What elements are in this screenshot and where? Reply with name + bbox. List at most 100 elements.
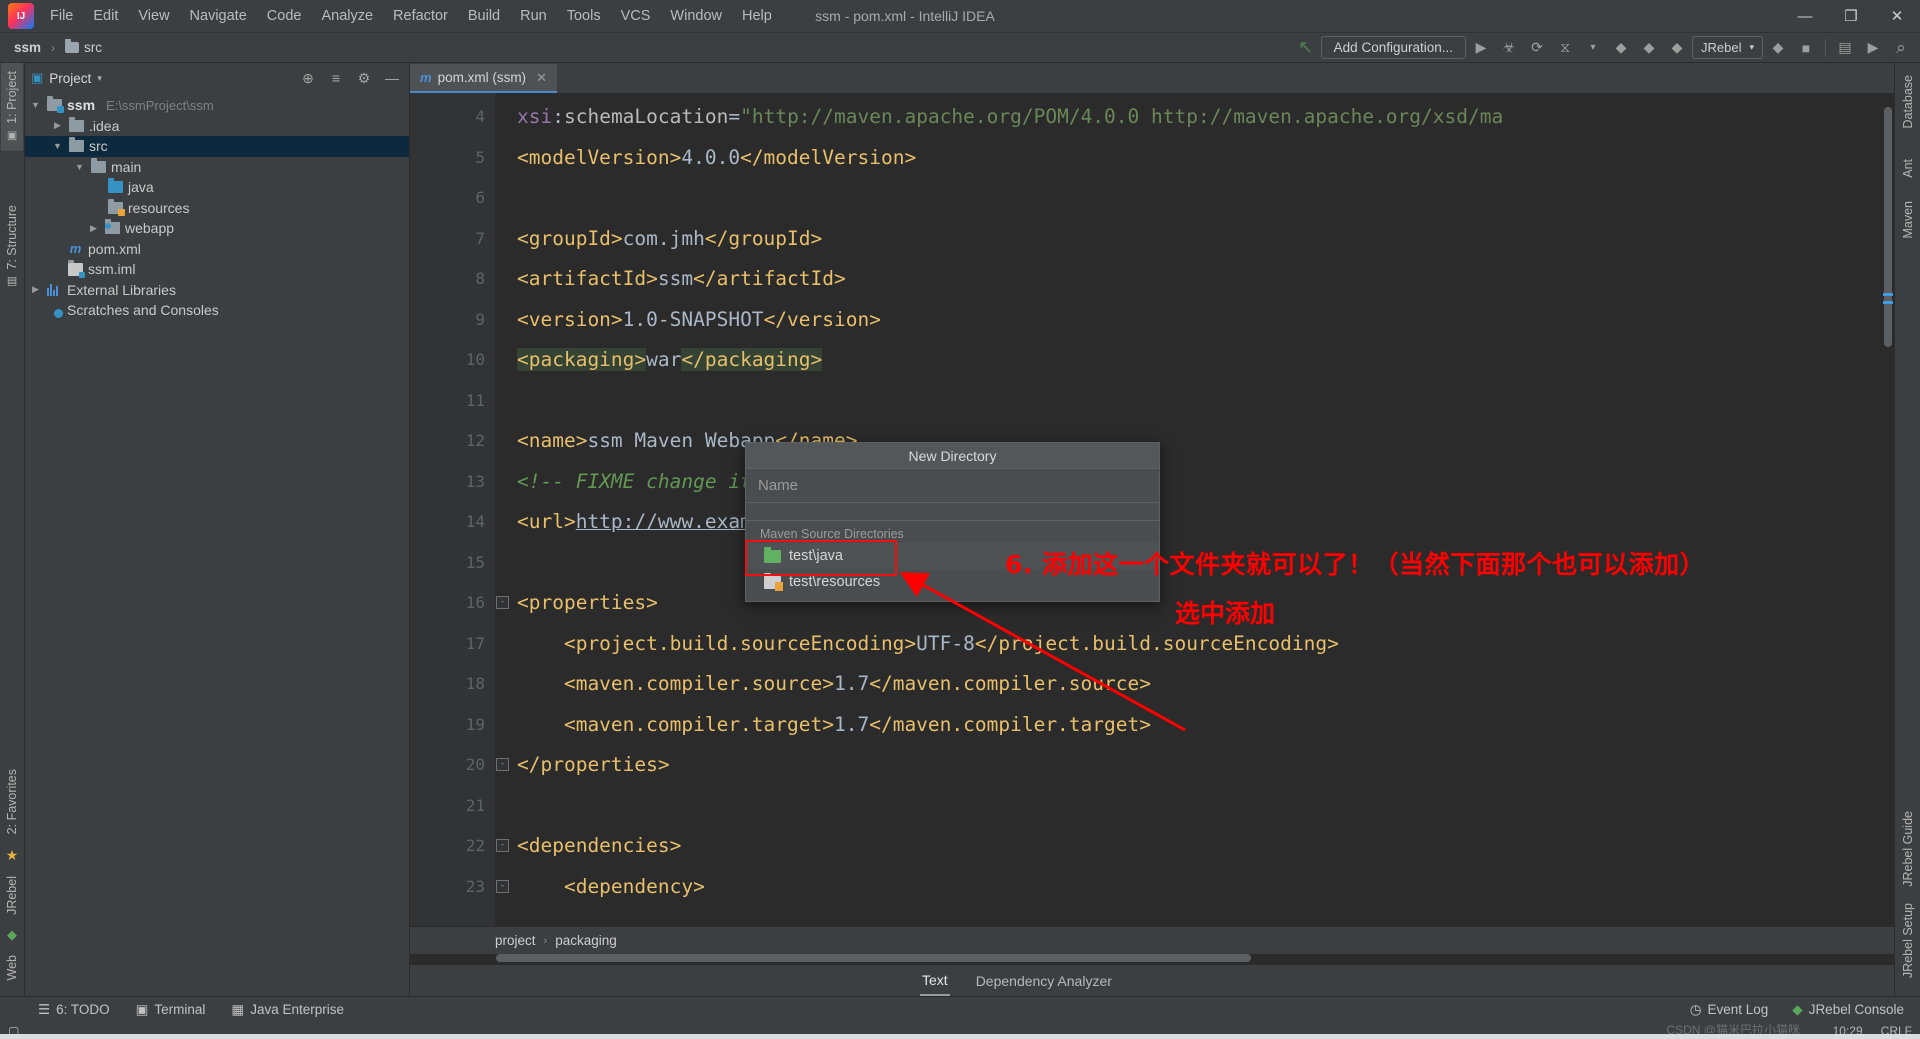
- editor-breadcrumb-packaging[interactable]: packaging: [555, 933, 617, 948]
- chevron-down-icon[interactable]: ▼: [29, 100, 42, 110]
- close-icon[interactable]: ✕: [536, 70, 547, 86]
- menu-run[interactable]: Run: [510, 4, 557, 28]
- updates-icon[interactable]: ▶: [1860, 36, 1886, 60]
- chevron-down-icon[interactable]: ▼: [51, 141, 64, 151]
- jrebel-icon: ◆: [7, 926, 17, 942]
- tree-item-resources[interactable]: resources: [25, 198, 409, 219]
- sidebar-item-favorites[interactable]: 2: Favorites: [1, 761, 23, 842]
- tree-item-scratches[interactable]: Scratches and Consoles: [25, 300, 409, 321]
- jrebel-selector[interactable]: JRebel ▾: [1692, 36, 1763, 59]
- menu-file[interactable]: File: [40, 4, 83, 28]
- status-item-jrebel-console[interactable]: ◆ JRebel Console: [1792, 1002, 1904, 1018]
- stop-icon[interactable]: ■: [1793, 36, 1819, 60]
- chevron-down-icon[interactable]: ▼: [73, 162, 86, 172]
- chevron-down-icon[interactable]: ▾: [97, 73, 102, 84]
- editor-vertical-scrollbar[interactable]: [1882, 93, 1894, 926]
- jrebel-stop-icon[interactable]: ◆: [1765, 36, 1791, 60]
- breadcrumb-ssm[interactable]: ssm: [8, 38, 47, 57]
- debug-icon[interactable]: ☣: [1496, 36, 1522, 60]
- toolbar-divider: [1825, 38, 1826, 57]
- menu-view[interactable]: View: [128, 4, 179, 28]
- scrollbar-thumb[interactable]: [1884, 107, 1892, 347]
- close-button[interactable]: ✕: [1874, 0, 1920, 32]
- chevron-down-icon[interactable]: ▾: [1580, 36, 1606, 60]
- tree-item-java[interactable]: java: [25, 177, 409, 198]
- sidebar-item-favorites-label: 2: Favorites: [5, 769, 19, 835]
- editor-bottom-tabs: Text Dependency Analyzer: [410, 964, 1894, 996]
- project-tree[interactable]: ▼ ssm E:\ssmProject\ssm ▶ .idea ▼ src ▼ …: [25, 93, 409, 996]
- jrebel-coverage-icon[interactable]: ◆: [1664, 36, 1690, 60]
- annotation-note-main: 6. 添加这一个文件夹就可以了！（当然下面那个也可以添加）: [1005, 550, 1706, 579]
- sidebar-item-jrebel-guide[interactable]: JRebel Guide: [1897, 803, 1919, 895]
- menu-navigate[interactable]: Navigate: [180, 4, 257, 28]
- run-with-coverage-icon[interactable]: ⟳: [1524, 36, 1550, 60]
- scrollbar-thumb[interactable]: [496, 954, 1252, 962]
- sidebar-item-structure[interactable]: ▤ 7: Structure: [1, 197, 23, 297]
- sidebar-item-ant[interactable]: Ant: [1897, 151, 1919, 186]
- tab-text[interactable]: Text: [920, 966, 950, 996]
- menu-help[interactable]: Help: [732, 4, 782, 28]
- tree-item-src-label: src: [89, 138, 108, 155]
- chevron-right-icon[interactable]: ▶: [87, 223, 100, 234]
- editor-breadcrumb-project[interactable]: project: [495, 933, 536, 948]
- dialog-title: New Directory: [746, 443, 1159, 469]
- sidebar-item-jrebel-setup[interactable]: JRebel Setup: [1897, 895, 1919, 986]
- maximize-button[interactable]: ❐: [1828, 0, 1874, 32]
- scroll-from-source-icon[interactable]: ⊕: [297, 67, 319, 89]
- menu-vcs[interactable]: VCS: [611, 4, 661, 28]
- chevron-right-icon[interactable]: ▶: [29, 284, 42, 295]
- directory-name-input[interactable]: Name: [746, 469, 1159, 503]
- tree-item-pom-xml[interactable]: m pom.xml: [25, 239, 409, 260]
- tree-item-webapp[interactable]: ▶ webapp: [25, 218, 409, 239]
- tree-item-idea[interactable]: ▶ .idea: [25, 116, 409, 137]
- editor-tab-pom-xml[interactable]: m pom.xml (ssm) ✕: [410, 64, 557, 93]
- tree-item-ssm-iml[interactable]: ssm.iml: [25, 259, 409, 280]
- tree-item-main[interactable]: ▼ main: [25, 157, 409, 178]
- status-item-java-enterprise[interactable]: ▦ Java Enterprise: [231, 1002, 344, 1018]
- layout-icon[interactable]: ▤: [1832, 36, 1858, 60]
- webapp-folder-icon: [105, 219, 120, 235]
- resources-folder-icon: [108, 198, 125, 216]
- status-item-terminal[interactable]: ▣ Terminal: [136, 1002, 206, 1018]
- add-configuration-button[interactable]: Add Configuration...: [1320, 36, 1466, 59]
- scrollbar-marker: [1883, 301, 1893, 304]
- menu-analyze[interactable]: Analyze: [311, 4, 383, 28]
- minimize-button[interactable]: —: [1782, 0, 1828, 32]
- sidebar-item-project[interactable]: ▣ 1: Project: [1, 63, 23, 151]
- status-item-todo[interactable]: ☰ 6: TODO: [38, 1002, 110, 1018]
- status-item-event-log[interactable]: ◷ Event Log: [1690, 1002, 1769, 1018]
- breadcrumb-separator: ›: [543, 934, 548, 947]
- run-icon[interactable]: ▶: [1468, 36, 1494, 60]
- menu-build[interactable]: Build: [458, 4, 510, 28]
- undo-icon[interactable]: ↖: [1293, 36, 1319, 60]
- jrebel-run-icon[interactable]: ◆: [1608, 36, 1634, 60]
- collapse-all-icon[interactable]: ≡: [325, 67, 347, 89]
- todo-icon: ☰: [38, 1001, 51, 1017]
- profiler-icon[interactable]: ⧖: [1552, 36, 1578, 60]
- hide-panel-icon[interactable]: —: [381, 67, 403, 89]
- navigation-toolbar: ssm › src ↖ Add Configuration... ▶ ☣ ⟳ ⧖…: [0, 33, 1920, 63]
- sidebar-item-maven[interactable]: Maven: [1897, 193, 1919, 247]
- menu-code[interactable]: Code: [257, 4, 312, 28]
- menu-tools[interactable]: Tools: [557, 4, 611, 28]
- tree-item-external-libraries[interactable]: ▶ External Libraries: [25, 280, 409, 301]
- tree-item-src[interactable]: ▼ src: [25, 136, 409, 157]
- tab-dependency-analyzer[interactable]: Dependency Analyzer: [974, 967, 1114, 995]
- settings-gear-icon[interactable]: ⚙: [353, 67, 375, 89]
- menu-edit[interactable]: Edit: [83, 4, 128, 28]
- search-everywhere-icon[interactable]: ⌕: [1888, 36, 1914, 60]
- editor-horizontal-scrollbar[interactable]: [410, 954, 1894, 964]
- code-text[interactable]: xsi:schemaLocation="http://maven.apache.…: [495, 93, 1894, 926]
- line-number: 15: [465, 552, 485, 572]
- menu-window[interactable]: Window: [660, 4, 732, 28]
- breadcrumb-src[interactable]: src: [59, 38, 108, 57]
- jrebel-debug-icon[interactable]: ◆: [1636, 36, 1662, 60]
- chevron-right-icon[interactable]: ▶: [51, 120, 64, 131]
- tree-item-ssm[interactable]: ▼ ssm E:\ssmProject\ssm: [25, 95, 409, 116]
- folder-icon: [69, 116, 84, 132]
- sidebar-item-database[interactable]: Database: [1897, 67, 1919, 137]
- tree-item-resources-label: resources: [128, 199, 190, 216]
- sidebar-item-jrebel[interactable]: JRebel: [1, 868, 23, 923]
- sidebar-item-web[interactable]: Web: [1, 947, 23, 988]
- menu-refactor[interactable]: Refactor: [383, 4, 458, 28]
